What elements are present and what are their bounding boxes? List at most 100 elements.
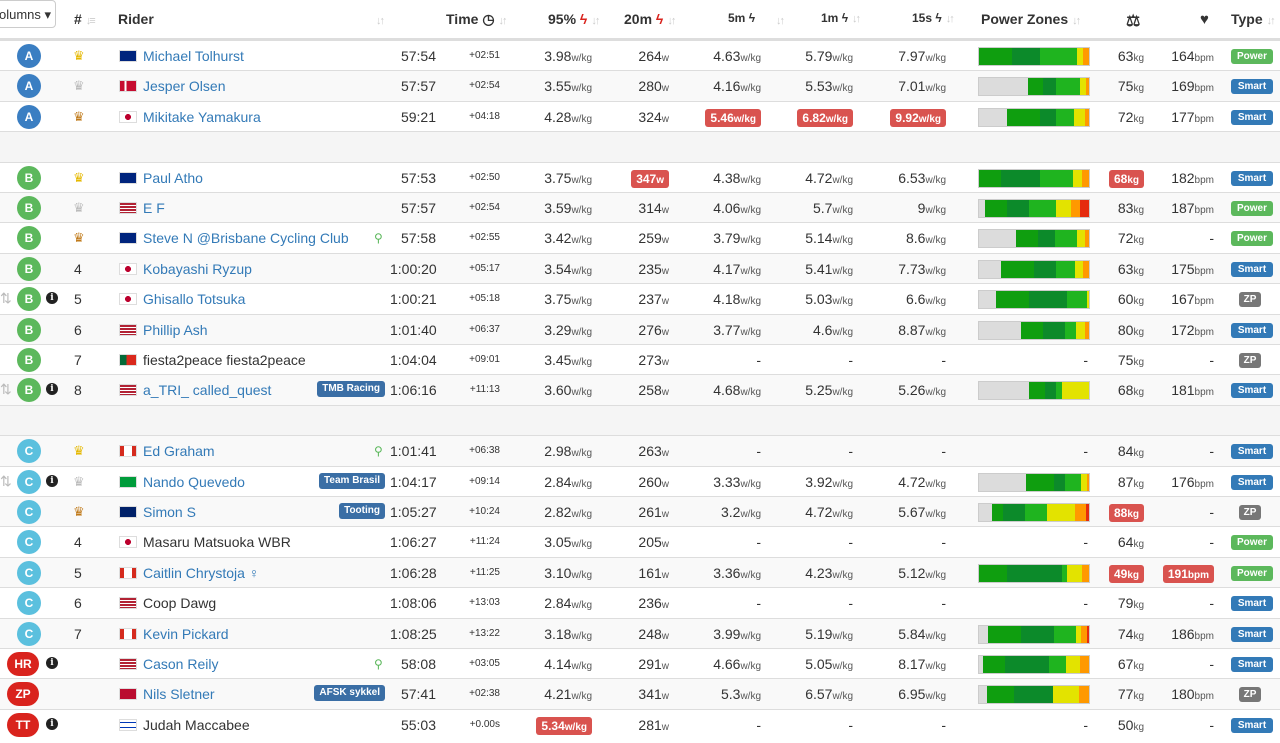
table-row[interactable]: A ♛ Jesper Olsen 57:57 +02:54 3.55w/kg 280w 4.1… [0, 70, 1280, 102]
category-badge[interactable]: B [17, 317, 41, 342]
table-row[interactable]: ⇅ Ci ♛ Nando Quevedo Team Brasil 1:04:17 +09:1… [0, 465, 1280, 497]
col-p95[interactable]: 95% ϟ ↓↑ [548, 11, 600, 27]
info-icon[interactable]: i [46, 474, 58, 487]
category-badge[interactable]: C [17, 530, 41, 555]
columns-dropdown-button[interactable]: olumns ▾ [0, 0, 56, 28]
p15s-wkg-unit: w/kg [925, 296, 946, 308]
table-row[interactable]: A ♛ Michael Tolhurst 57:54 +02:51 3.98w/kg 264… [0, 40, 1280, 71]
info-icon[interactable]: i [46, 292, 58, 305]
rider-name[interactable]: Michael Tolhurst [143, 48, 244, 64]
rider-name[interactable]: Ed Graham [143, 443, 215, 459]
col-rider[interactable]: Rider [118, 11, 154, 27]
table-row[interactable]: B ♛ E F 57:57 +02:54 3.59w/kg 314w 4.06w/kg 5.7w… [0, 192, 1280, 223]
col-time[interactable]: Time ◷ ↓↑ [446, 11, 508, 28]
team-badge[interactable]: Tooting [339, 503, 385, 519]
p1m-wkg-unit: w/kg [832, 661, 853, 672]
category-badge[interactable]: C [17, 560, 41, 585]
p15s-wkg-number: 9.92 [895, 110, 919, 125]
category-badge[interactable]: B [17, 287, 41, 312]
category-badge[interactable]: ZP [7, 682, 39, 707]
table-row[interactable]: B 6 Phillip Ash 1:01:40 +06:37 3.29w/kg 276w 3.… [0, 313, 1280, 345]
col-p5m-sort[interactable]: ↓↑ [772, 11, 785, 27]
info-icon[interactable]: i [46, 383, 58, 396]
col-type[interactable]: Type ↓↑ [1231, 11, 1276, 27]
category-badge[interactable]: HR [7, 652, 39, 676]
table-row[interactable]: C 6 Coop Dawg 1:08:06 +13:03 2.84w/kg 236w - - - -… [0, 587, 1280, 618]
category-badge[interactable]: C [17, 621, 41, 646]
category-badge[interactable]: TT [7, 712, 39, 737]
rider-name[interactable]: a_TRI_ called_quest [143, 382, 271, 398]
category-badge[interactable]: C [17, 500, 41, 524]
rider-name[interactable]: Mikitake Yamakura [143, 109, 261, 125]
table-row[interactable]: C 7 Kevin Pickard 1:08:25 +13:22 3.18w/kg 248w… [0, 617, 1280, 649]
team-badge[interactable]: AFSK sykkel [314, 685, 385, 702]
rider-name[interactable]: Steve N @Brisbane Cycling Club [143, 230, 349, 246]
category-badge[interactable]: B [17, 165, 41, 190]
weight-kg-unit: kg [1127, 509, 1139, 520]
col-rider-sort[interactable]: ↓↑ [372, 11, 385, 27]
rider-name[interactable]: Nils Sletner [143, 686, 215, 702]
table-row[interactable]: ⇅ Bi 8 a_TRI_ called_quest TMB Racing 1:06:16… [0, 374, 1280, 406]
table-row[interactable]: B ♛ Steve N @Brisbane Cycling Club ⚲ 57:58 +0… [0, 222, 1280, 253]
search-icon[interactable]: ⚲ [374, 657, 383, 671]
info-icon[interactable]: i [46, 717, 58, 730]
table-row[interactable]: HR i Cason Reily ⚲ 58:08 +03:05 4.14w/kg 291w 4.… [0, 648, 1280, 679]
rider-name[interactable]: Kevin Pickard [143, 626, 229, 642]
search-icon[interactable]: ⚲ [374, 444, 383, 458]
table-row[interactable]: B 4 Kobayashi Ryzup 1:00:20 +05:17 3.54w/kg 23… [0, 252, 1280, 284]
category-badge[interactable]: B [17, 378, 41, 403]
table-row[interactable]: C ♛ Simon S Tooting 1:05:27 +10:24 2.82w/kg 261… [0, 496, 1280, 527]
category-badge[interactable]: B [17, 256, 41, 281]
table-row[interactable]: ZP Nils Sletner AFSK sykkel 57:41 +02:38 4.21… [0, 678, 1280, 710]
table-row[interactable]: B ♛ Paul Atho 57:53 +02:50 3.75w/kg 347w 4.38w/… [0, 161, 1280, 193]
rider-name[interactable]: Kobayashi Ryzup [143, 261, 252, 277]
weight-scale-icon[interactable]: ⚖ [1126, 11, 1140, 31]
p95-wkg-unit: w/kg [571, 326, 592, 338]
weight-kg-number: 80 [1117, 321, 1134, 338]
col-p20m[interactable]: 20m ϟ ↓↑ [624, 11, 676, 27]
category-badge[interactable]: A [17, 44, 41, 68]
power-zone-z6 [1084, 321, 1089, 339]
rider-name[interactable]: Paul Atho [143, 170, 203, 186]
p1m-wkg: 6.57w/kg [780, 679, 853, 709]
rider-name[interactable]: Jesper Olsen [143, 78, 225, 94]
heart-rate-icon[interactable]: ♥ [1200, 11, 1209, 28]
rider-name[interactable]: Ghisallo Totsuka [143, 291, 245, 307]
team-badge[interactable]: Team Brasil [319, 472, 385, 489]
rider-name[interactable]: Caitlin Chrystoja ♀ [143, 565, 259, 581]
sort-icon: ↓↑ [852, 13, 861, 25]
table-row[interactable]: C ♛ Ed Graham ⚲ 1:01:41 +06:38 2.98w/kg 263w - - -… [0, 435, 1280, 467]
col-place[interactable]: # ↓≡ [74, 11, 96, 27]
power-zones-bar [978, 290, 1090, 310]
category-badge[interactable]: A [17, 104, 41, 129]
category-badge[interactable]: B [17, 226, 41, 251]
table-row[interactable]: C 5 Caitlin Chrystoja ♀ 1:06:28 +11:25 3.10w/… [0, 556, 1280, 588]
category-badge[interactable]: C [17, 439, 41, 464]
category-badge[interactable]: A [17, 74, 41, 99]
category-badge[interactable]: C [17, 469, 41, 494]
rider-name[interactable]: Cason Reily [143, 656, 218, 672]
col-p15s[interactable]: 15s ϟ ↓↑ [912, 11, 955, 25]
team-badge[interactable]: TMB Racing [317, 381, 385, 398]
col-p1m[interactable]: 1m ϟ ↓↑ [821, 11, 861, 25]
info-icon[interactable]: i [46, 657, 58, 669]
search-icon[interactable]: ⚲ [374, 231, 383, 245]
sort-icon: ↓↑ [776, 15, 785, 27]
table-row[interactable]: TT i Judah Maccabee 55:03 +0.00s 5.34w/kg 281w… [0, 708, 1280, 740]
col-power-zones[interactable]: Power Zones ↓↑ [981, 11, 1081, 27]
table-row[interactable]: ⇅ Bi 5 Ghisallo Totsuka 1:00:21 +05:18 3.75w/k… [0, 283, 1280, 314]
table-row[interactable]: C 4 Masaru Matsuoka WBR 1:06:27 +11:24 3.05w/… [0, 526, 1280, 557]
col-p5m[interactable]: 5m ϟ [728, 11, 755, 25]
category-badge[interactable]: C [17, 591, 41, 616]
p1m-wkg: 5.19w/kg [780, 619, 853, 649]
rider-name[interactable]: Phillip Ash [143, 322, 208, 338]
category-badge[interactable]: B [17, 348, 41, 372]
power-zone-z6 [1086, 473, 1089, 491]
rider-name[interactable]: E F [143, 200, 165, 216]
rider-name[interactable]: Nando Quevedo [143, 474, 245, 490]
p95-wkg-value: 3.60w/kg [544, 382, 592, 398]
category-badge[interactable]: B [17, 196, 41, 220]
rider-name[interactable]: Simon S [143, 504, 196, 520]
table-row[interactable]: B 7 fiesta2peace fiesta2peace 1:04:04 +09:01… [0, 344, 1280, 375]
table-row[interactable]: A ♛ Mikitake Yamakura 59:21 +04:18 4.28w/kg 32… [0, 100, 1280, 132]
